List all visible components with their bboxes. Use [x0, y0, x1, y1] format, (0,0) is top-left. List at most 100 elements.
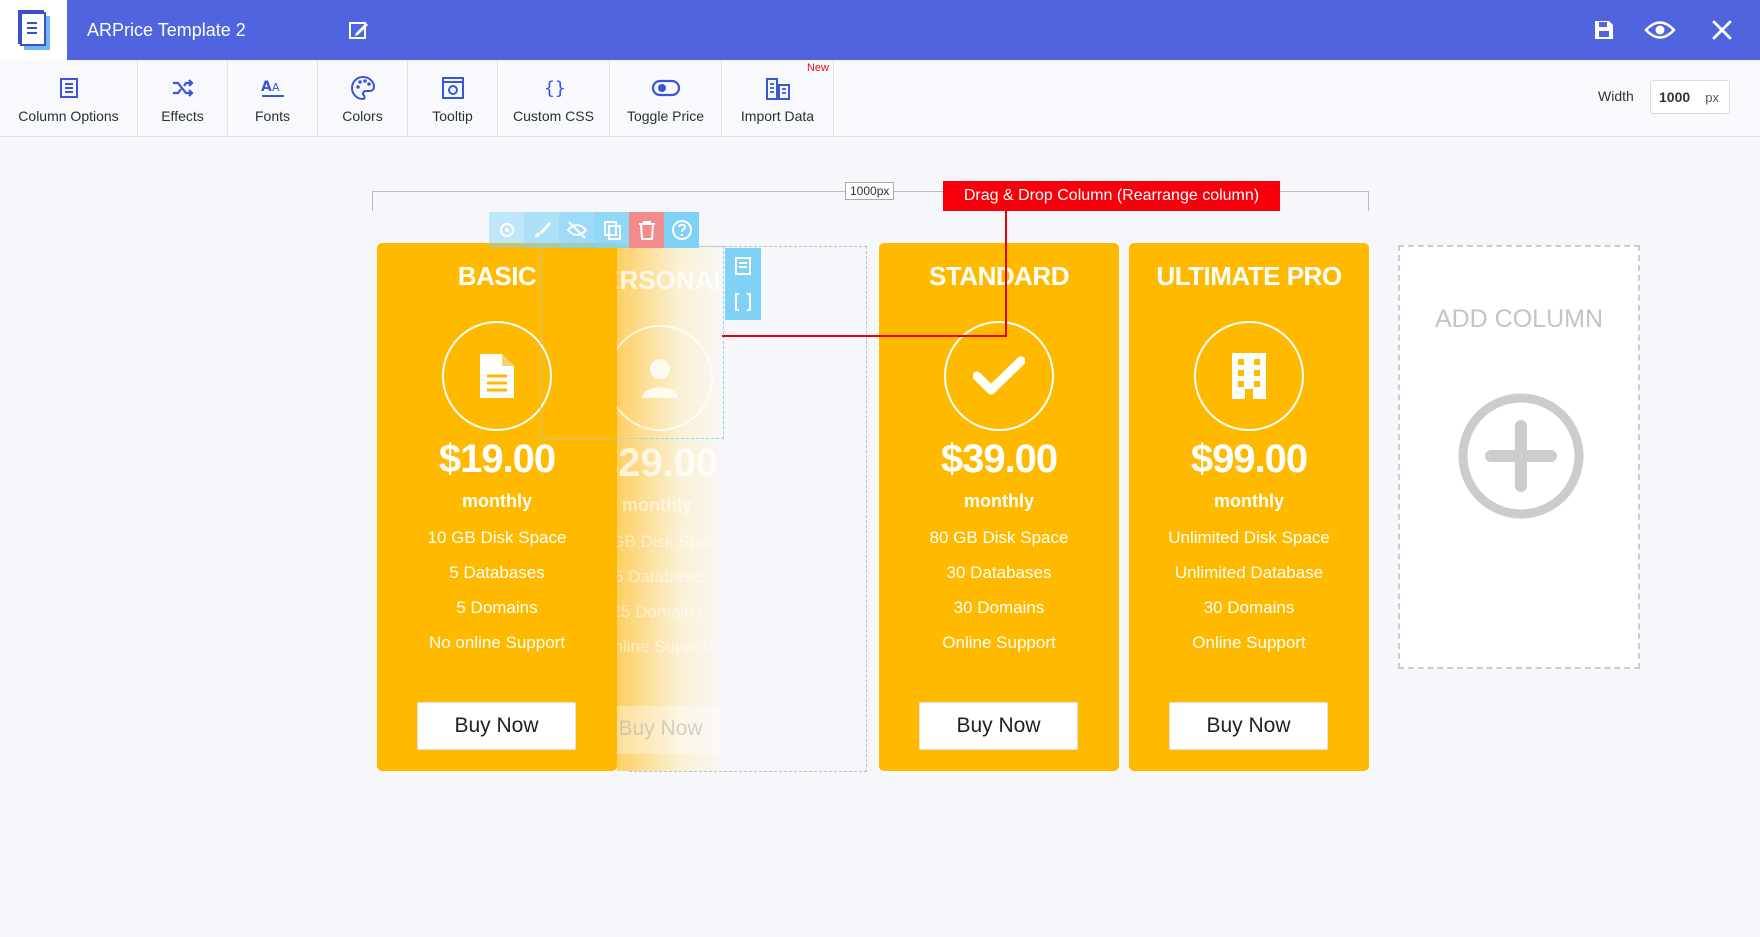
code-braces-icon: {} — [544, 78, 566, 99]
add-column-button[interactable]: ADD COLUMN — [1398, 245, 1640, 669]
duplicate-icon — [603, 221, 621, 240]
tool-toggle-price[interactable]: Toggle Price — [610, 60, 722, 137]
column-icon-circle — [1194, 321, 1304, 431]
buy-now-button[interactable]: Buy Now — [417, 702, 576, 750]
column-period: monthly — [1214, 491, 1284, 511]
tool-custom-css[interactable]: {} Custom CSS — [498, 60, 610, 137]
tool-column-options[interactable]: Column Options — [0, 60, 138, 137]
feature-item: 25 GB Disk Space — [617, 532, 720, 551]
tool-label: Toggle Price — [626, 107, 705, 124]
building-icon — [1232, 353, 1266, 399]
document-lines-icon — [735, 257, 751, 275]
plus-circle-icon — [1457, 392, 1585, 525]
column-period: monthly — [964, 491, 1034, 511]
tool-tooltip[interactable]: Tooltip — [408, 60, 498, 137]
tool-colors[interactable]: Colors — [318, 60, 408, 137]
feature-item: Online Support — [617, 637, 714, 656]
column-style-button[interactable] — [524, 212, 559, 248]
toggle-icon — [651, 79, 680, 96]
tooltip-connector-horizontal — [722, 335, 1007, 337]
column-title: STANDARD — [929, 261, 1069, 291]
document-icon — [480, 354, 514, 398]
feature-item: 30 Domains — [1203, 598, 1295, 617]
column-content-button[interactable] — [725, 248, 761, 284]
width-value: 1000 — [1659, 89, 1691, 105]
import-data-icon — [765, 77, 790, 100]
column-help-button[interactable] — [664, 212, 699, 248]
column-icon-circle — [442, 321, 552, 431]
drag-drop-tooltip: Drag & Drop Column (Rearrange column) — [943, 181, 1280, 211]
toolbar: Column Options Effects AA Fonts Colors T… — [0, 60, 1760, 137]
trash-icon — [638, 221, 655, 240]
tool-fonts[interactable]: AA Fonts — [228, 60, 318, 137]
feature-item: 30 Domains — [953, 598, 1045, 617]
pricing-column-ultimate-pro[interactable]: ULTIMATE PRO $99.00 monthly Unlimited Di… — [1129, 243, 1369, 771]
app-title: ARPrice Template 2 — [87, 20, 246, 40]
app-header: ARPrice Template 2 — [0, 0, 1760, 60]
app-logo — [0, 0, 67, 60]
buy-now-button[interactable]: Buy Now — [1169, 702, 1328, 750]
buy-now-button[interactable]: Buy Now — [919, 702, 1078, 750]
pricing-column-standard[interactable]: STANDARD $39.00 monthly 80 GB Disk Space… — [879, 243, 1119, 771]
preview-button[interactable] — [1644, 14, 1676, 46]
column-duplicate-button[interactable] — [594, 212, 629, 248]
column-settings-button[interactable] — [489, 212, 524, 248]
feature-item: Unlimited Disk Space — [1168, 528, 1330, 547]
feature-item: Unlimited Database — [1174, 563, 1324, 582]
buy-now-button: Buy Now — [617, 706, 720, 754]
close-button[interactable] — [1706, 14, 1738, 46]
tool-label: Column Options — [18, 107, 119, 124]
feature-item: No online Support — [428, 633, 566, 652]
column-delete-button[interactable] — [629, 212, 664, 248]
eye-icon — [1644, 21, 1676, 39]
feature-item: 25 Domains — [617, 602, 703, 621]
width-label: Width — [1598, 88, 1634, 104]
feature-item: 5 Databases — [449, 563, 545, 582]
feature-item: Online Support — [942, 633, 1056, 652]
close-icon — [1712, 20, 1732, 40]
edit-title-button[interactable] — [345, 16, 373, 44]
column-price: $19.00 — [438, 437, 556, 481]
width-input[interactable]: 1000 px — [1650, 80, 1730, 114]
tooltip-connector-vertical — [1005, 211, 1007, 337]
svg-text:A: A — [272, 81, 280, 94]
tool-import-data[interactable]: New Import Data — [722, 60, 834, 137]
tool-effects[interactable]: Effects — [138, 60, 228, 137]
tool-label: Tooltip — [432, 107, 473, 124]
column-period: monthly — [462, 491, 532, 511]
column-options-icon — [59, 77, 78, 98]
brush-icon — [534, 222, 551, 238]
column-period: monthly — [622, 495, 692, 515]
eye-off-icon — [566, 221, 587, 239]
column-hide-button[interactable] — [559, 212, 594, 248]
tooltip-icon — [441, 76, 464, 99]
feature-item: Online Support — [1192, 633, 1306, 652]
column-title: ULTIMATE PRO — [1156, 261, 1342, 291]
width-unit: px — [1705, 89, 1719, 105]
column-shortcode-button[interactable] — [725, 284, 761, 320]
tool-label: Effects — [161, 107, 204, 124]
column-price: $99.00 — [1190, 437, 1308, 481]
palette-icon — [350, 75, 375, 100]
gear-icon — [499, 223, 514, 237]
svg-text:A: A — [261, 79, 272, 95]
column-icon-circle — [944, 321, 1054, 431]
column-control-bar — [489, 212, 701, 248]
column-price: $29.00 — [617, 441, 719, 485]
feature-item: 30 Databases — [946, 563, 1052, 582]
shuffle-icon — [172, 78, 194, 97]
feature-item: 5 Domains — [456, 598, 538, 617]
help-icon — [671, 220, 692, 240]
save-button[interactable] — [1588, 14, 1620, 46]
tool-label: Import Data — [740, 107, 815, 124]
tool-label: Colors — [342, 107, 383, 124]
ghost-selection-outline — [540, 246, 724, 439]
edit-icon — [349, 22, 368, 39]
column-side-controls — [725, 248, 761, 320]
svg-text:{}: {} — [544, 78, 566, 99]
save-icon — [1595, 21, 1613, 39]
logo-icon — [17, 10, 50, 50]
fonts-icon: AA — [261, 79, 284, 97]
new-badge: New — [806, 62, 829, 74]
feature-item: 10 GB Disk Space — [427, 528, 567, 547]
